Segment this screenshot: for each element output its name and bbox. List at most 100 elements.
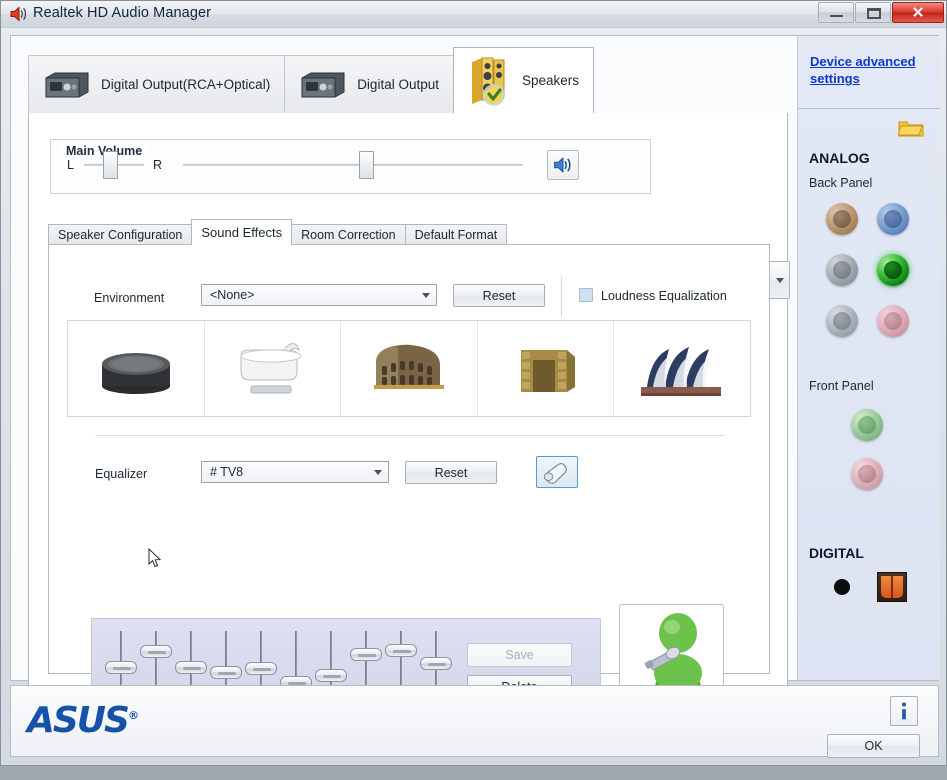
minimize-icon [830, 15, 843, 17]
asus-brand-text: ASUS [27, 700, 130, 741]
coaxial-spdif-jack[interactable] [826, 571, 858, 603]
sidebar-divider [798, 108, 940, 109]
eq-thumb[interactable] [105, 661, 137, 674]
eq-thumb[interactable] [420, 657, 452, 670]
chevron-down-icon[interactable] [368, 469, 388, 475]
equalizer-label: Equalizer [95, 467, 148, 481]
loudness-equalization-checkbox[interactable] [579, 288, 593, 302]
main-panel: Main Volume L R Set Default Device [28, 113, 790, 754]
arena-environment-icon [373, 344, 444, 389]
environment-preset-concert-hall[interactable] [614, 321, 750, 416]
jack-grey-1[interactable] [826, 254, 858, 286]
chevron-down-icon[interactable] [416, 292, 436, 298]
analog-heading: ANALOG [809, 150, 870, 166]
save-preset-button[interactable]: Save [467, 643, 572, 667]
bathroom-environment-icon [240, 342, 302, 393]
environment-label: Environment [94, 291, 165, 305]
save-preset-label: Save [505, 648, 534, 662]
device-advanced-settings-link[interactable]: Device advanced settings [810, 54, 930, 88]
environment-preset-stone-room[interactable] [478, 321, 615, 416]
device-tab-speakers[interactable]: Speakers [452, 47, 595, 113]
information-icon [901, 702, 907, 720]
environment-reset-label: Reset [482, 288, 516, 303]
stone-room-environment-icon [520, 349, 575, 392]
chevron-down-icon[interactable] [776, 278, 784, 283]
asus-logo: ASUS® [27, 700, 139, 741]
environment-preset-padded-cell[interactable] [68, 321, 205, 416]
footer-bar: ASUS® OK [10, 685, 939, 758]
environment-reset-button[interactable]: Reset [453, 284, 545, 307]
equalizer-preset-select[interactable]: # TV8 [201, 461, 389, 483]
device-tab-label: Speakers [521, 73, 580, 88]
digital-device-icon [45, 72, 89, 97]
speaker-volume-icon [554, 156, 571, 174]
jack-orange[interactable] [826, 203, 858, 235]
device-tab-digital-output[interactable]: Digital Output [284, 55, 454, 113]
digital-device-icon [301, 72, 345, 97]
jack-green[interactable] [877, 254, 909, 286]
environment-preset-strip [67, 320, 751, 417]
device-tab-digital-output-rca-optical[interactable]: Digital Output(RCA+Optical) [28, 55, 286, 113]
device-tab-strip: Digital Output(RCA+Optical) Digital Outp… [28, 47, 595, 113]
balance-right-label: R [153, 158, 163, 172]
optical-spdif-port[interactable] [877, 572, 907, 602]
information-button[interactable] [890, 696, 918, 726]
concert-hall-environment-icon [641, 346, 722, 396]
tab-default-format[interactable]: Default Format [404, 224, 508, 245]
tab-label: Room Correction [301, 228, 396, 242]
ok-button-label: OK [864, 739, 883, 753]
eq-thumb[interactable] [350, 648, 382, 661]
folder-icon[interactable] [898, 118, 924, 138]
speaker-icon [10, 6, 27, 22]
tab-label: Default Format [414, 228, 498, 242]
eq-thumb[interactable] [210, 666, 242, 679]
tab-room-correction[interactable]: Room Correction [291, 224, 406, 245]
loudness-equalization-label: Loudness Equalization [601, 289, 727, 303]
maximize-button[interactable] [855, 2, 891, 23]
jack-grey-2[interactable] [826, 305, 858, 337]
close-icon: ✕ [911, 4, 925, 21]
eq-thumb[interactable] [140, 645, 172, 658]
window-controls: ✕ [817, 2, 944, 23]
front-jack-green[interactable] [851, 409, 883, 441]
equalizer-divider [95, 435, 725, 436]
environment-value: <None> [210, 288, 255, 302]
equalizer-reset-button[interactable]: Reset [405, 461, 497, 484]
jack-blue[interactable] [877, 203, 909, 235]
tab-label: Sound Effects [201, 225, 283, 240]
sound-effects-panel: Environment <None> Reset Loudness Equali… [48, 244, 770, 754]
eq-thumb[interactable] [245, 662, 277, 675]
maximize-icon [867, 8, 881, 19]
volume-slider-thumb[interactable] [359, 151, 374, 179]
equalizer-tool-button[interactable] [536, 456, 578, 488]
eq-thumb[interactable] [175, 661, 207, 674]
device-sidebar: Device advanced settings ANALOG Back Pan… [797, 36, 940, 680]
eq-thumb[interactable] [385, 644, 417, 657]
jack-pink[interactable] [877, 305, 909, 337]
environment-select[interactable]: <None> [201, 284, 437, 306]
minimize-button[interactable] [818, 2, 854, 23]
digital-heading: DIGITAL [809, 545, 864, 561]
mute-button[interactable] [547, 150, 579, 180]
eq-thumb[interactable] [315, 669, 347, 682]
balance-left-label: L [67, 158, 74, 172]
equalizer-preset-value: # TV8 [210, 465, 244, 479]
environment-preset-bathroom[interactable] [205, 321, 342, 416]
window-title: Realtek HD Audio Manager [33, 5, 212, 21]
volume-slider-track[interactable] [183, 164, 523, 166]
balance-slider-thumb[interactable] [103, 151, 118, 179]
tab-speaker-configuration[interactable]: Speaker Configuration [48, 224, 193, 245]
environment-preset-arena[interactable] [341, 321, 478, 416]
tab-sound-effects[interactable]: Sound Effects [191, 219, 293, 245]
equalizer-reset-label: Reset [434, 465, 468, 480]
environment-divider [561, 277, 562, 317]
close-button[interactable]: ✕ [892, 2, 944, 23]
back-panel-label: Back Panel [809, 176, 873, 190]
equalizer-tool-icon [543, 463, 567, 484]
title-bar: Realtek HD Audio Manager ✕ [1, 1, 946, 28]
front-jack-pink[interactable] [851, 458, 883, 490]
device-tab-label: Digital Output [357, 77, 439, 92]
ok-button[interactable]: OK [827, 734, 920, 758]
asus-registered-mark: ® [127, 709, 139, 722]
content-area: Digital Output(RCA+Optical) Digital Outp… [10, 35, 940, 754]
